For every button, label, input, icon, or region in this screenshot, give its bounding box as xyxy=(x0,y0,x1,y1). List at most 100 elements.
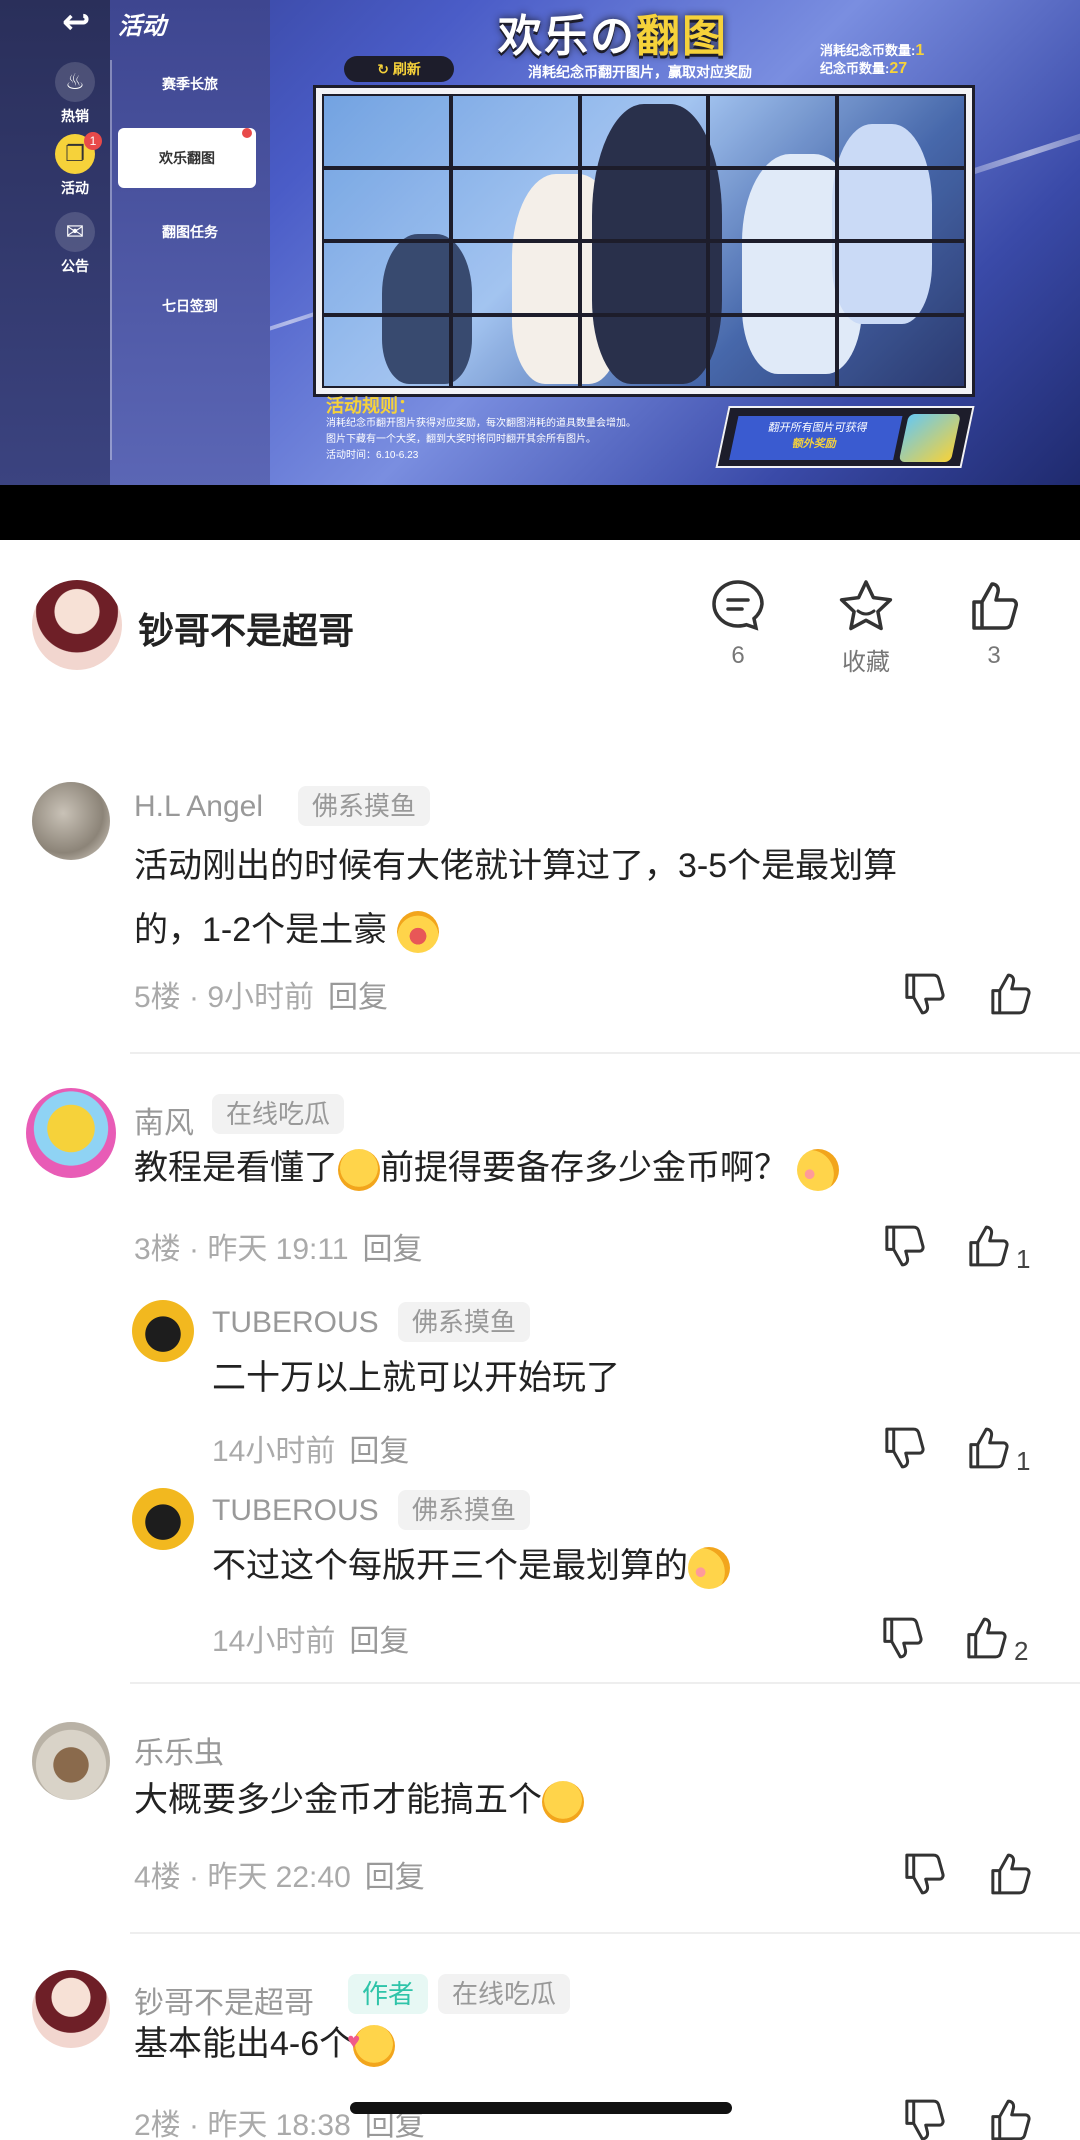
divider xyxy=(130,1682,1080,1684)
like-button[interactable]: 1 xyxy=(964,1222,1030,1281)
like-button[interactable]: 1 xyxy=(964,1424,1030,1483)
dizzy-emoji-icon xyxy=(797,1149,840,1192)
game-screenshot[interactable]: ↩ 活动 ♨ 热销 ❐ 活动 1 ✉ 公告 赛季长旅 欢乐翻图 翻图任务 七日签… xyxy=(0,0,1080,485)
flame-icon: ♨ xyxy=(55,62,95,102)
thumbs-up-icon xyxy=(991,2099,1031,2140)
avatar[interactable] xyxy=(26,1088,116,1178)
coin-info: 消耗纪念币数量:1 纪念币数量:27 xyxy=(820,42,925,77)
menu-dot xyxy=(242,128,252,138)
letterbox-bar xyxy=(0,485,1080,540)
comment-text: 大概要多少金币才能搞五个 xyxy=(134,1768,1054,1832)
dislike-button[interactable] xyxy=(880,1424,928,1481)
thumbs-down-icon xyxy=(905,1853,945,1895)
like-button[interactable] xyxy=(986,1850,1034,1907)
comment-text: 活动刚出的时候有大佬就计算过了，3-5个是最划算 的，1-2个是土豪 xyxy=(134,834,1054,962)
avatar[interactable] xyxy=(32,580,122,670)
comment-author[interactable]: TUBEROUS xyxy=(212,1306,379,1340)
comment-stat[interactable]: 6 xyxy=(688,578,788,670)
reward-box: 翻开所有图片可获得 额外奖励 xyxy=(715,406,975,468)
comment-author[interactable]: 乐乐虫 xyxy=(134,1728,224,1772)
avatar[interactable] xyxy=(32,1722,110,1800)
avatar[interactable] xyxy=(132,1300,194,1362)
comment-meta: 3楼 · 昨天 19:11 回复 xyxy=(134,1233,423,1266)
party-emoji-icon xyxy=(688,1547,730,1590)
divider xyxy=(130,1052,1080,1054)
star-icon xyxy=(816,578,916,636)
like-count: 1 xyxy=(1016,1446,1031,1477)
home-indicator[interactable] xyxy=(350,2102,732,2114)
reply-item: TUBEROUS 佛系摸鱼 不过这个每版开三个是最划算的 14小时前 回复 2 xyxy=(0,1484,1080,1666)
heart-smile-emoji-icon xyxy=(347,2009,396,2073)
thumbs-up-icon xyxy=(969,1427,1009,1469)
comment-author[interactable]: TUBEROUS xyxy=(212,1494,379,1528)
reply-button[interactable]: 回复 xyxy=(363,1233,423,1266)
user-tag: 佛系摸鱼 xyxy=(298,786,431,826)
dislike-button[interactable] xyxy=(880,1222,928,1279)
reply-button[interactable]: 回复 xyxy=(349,1435,409,1468)
comment-meta: 14小时前 回复 xyxy=(212,1625,410,1658)
like-count: 1 xyxy=(1016,1244,1031,1275)
comment-meta: 14小时前 回复 xyxy=(212,1435,410,1468)
user-tag: 佛系摸鱼 xyxy=(398,1490,531,1530)
menu-item-task: 翻图任务 xyxy=(162,224,218,240)
thumbs-down-icon xyxy=(905,2099,945,2140)
side-tab-notice: ✉ 公告 xyxy=(40,212,110,276)
comment-item: H.L Angel 佛系摸鱼 活动刚出的时候有大佬就计算过了，3-5个是最划算 … xyxy=(0,780,1080,1050)
game-banner: 欢乐の翻图 xyxy=(498,12,728,61)
reply-button[interactable]: 回复 xyxy=(328,981,388,1014)
favorite-button[interactable]: 收藏 xyxy=(816,578,916,677)
thumbs-down-icon xyxy=(885,1427,925,1469)
menu-item-sign: 七日签到 xyxy=(162,298,218,314)
notice-icon: ✉ xyxy=(55,212,95,252)
post-author-name[interactable]: 钞哥不是超哥 xyxy=(138,602,354,654)
user-tag: 佛系摸鱼 xyxy=(398,1302,531,1342)
dislike-button[interactable] xyxy=(900,1850,948,1907)
thumbs-down-icon xyxy=(885,1225,925,1267)
comment-meta: 5楼 · 9小时前 回复 xyxy=(134,981,389,1014)
back-arrow-icon: ↩ xyxy=(62,3,91,41)
avatar[interactable] xyxy=(32,1970,110,2048)
like-button[interactable]: 3 xyxy=(944,578,1044,670)
thumbs-down-icon xyxy=(905,973,945,1015)
avatar[interactable] xyxy=(32,782,110,860)
favorite-label: 收藏 xyxy=(842,649,890,676)
game-rules: 活动规则： 消耗纪念币翻开图片获得对应奖励，每次翻图消耗的道具数量会增加。 图片… xyxy=(326,396,636,461)
smile-emoji-icon xyxy=(542,1781,584,1824)
game-menu-panel xyxy=(110,0,270,485)
user-tag: 在线吃瓜 xyxy=(212,1094,345,1134)
thumbs-up-icon xyxy=(991,973,1031,1015)
activity-badge: 1 xyxy=(84,132,102,150)
like-button[interactable]: 2 xyxy=(962,1614,1028,1673)
thumbs-up-icon xyxy=(944,578,1044,636)
thumbs-up-icon xyxy=(967,1617,1007,1659)
comment-text: 二十万以上就可以开始玩了 xyxy=(212,1359,620,1397)
menu-item-flip: 欢乐翻图 xyxy=(118,128,256,188)
avatar[interactable] xyxy=(132,1488,194,1550)
comment-meta: 4楼 · 昨天 22:40 回复 xyxy=(134,1861,425,1894)
dislike-button[interactable] xyxy=(900,970,948,1027)
user-tag: 在线吃瓜 xyxy=(438,1974,571,2014)
comment-item: 钞哥不是超哥 作者 在线吃瓜 基本能出4-6个 2楼 · 昨天 18:38回复 xyxy=(0,1970,1080,2140)
comment-text: 基本能出4-6个 xyxy=(134,2009,1054,2076)
like-button[interactable] xyxy=(986,970,1034,1027)
refresh-button: ↻ 刷新 xyxy=(344,56,454,82)
comment-bubble-icon xyxy=(688,578,788,636)
like-button[interactable] xyxy=(986,2096,1034,2140)
divider xyxy=(130,1932,1080,1934)
reply-item: TUBEROUS 佛系摸鱼 二十万以上就可以开始玩了 14小时前 回复 1 xyxy=(0,1296,1080,1476)
game-subtitle: 消耗纪念币翻开图片，赢取对应奖励 xyxy=(528,64,752,80)
comment-item: 南风 在线吃瓜 教程是看懂了 前提得要备存多少金币啊？ 3楼 · 昨天 19:11… xyxy=(0,1088,1080,1274)
dislike-button[interactable] xyxy=(900,2096,948,2140)
thumbs-down-icon xyxy=(883,1617,923,1659)
comment-author[interactable]: H.L Angel xyxy=(134,790,263,824)
menu-item-season: 赛季长旅 xyxy=(162,76,218,92)
reply-button[interactable]: 回复 xyxy=(349,1625,409,1658)
author-badge: 作者 xyxy=(348,1974,429,2014)
reply-button[interactable]: 回复 xyxy=(365,1861,425,1894)
smirk-emoji-icon xyxy=(338,1149,380,1192)
puzzle-board xyxy=(316,88,972,394)
thumbs-up-icon xyxy=(991,1853,1031,1895)
post-header: 钞哥不是超哥 6 收藏 3 xyxy=(0,540,1080,710)
dislike-button[interactable] xyxy=(878,1614,926,1671)
like-count: 3 xyxy=(987,642,1001,669)
